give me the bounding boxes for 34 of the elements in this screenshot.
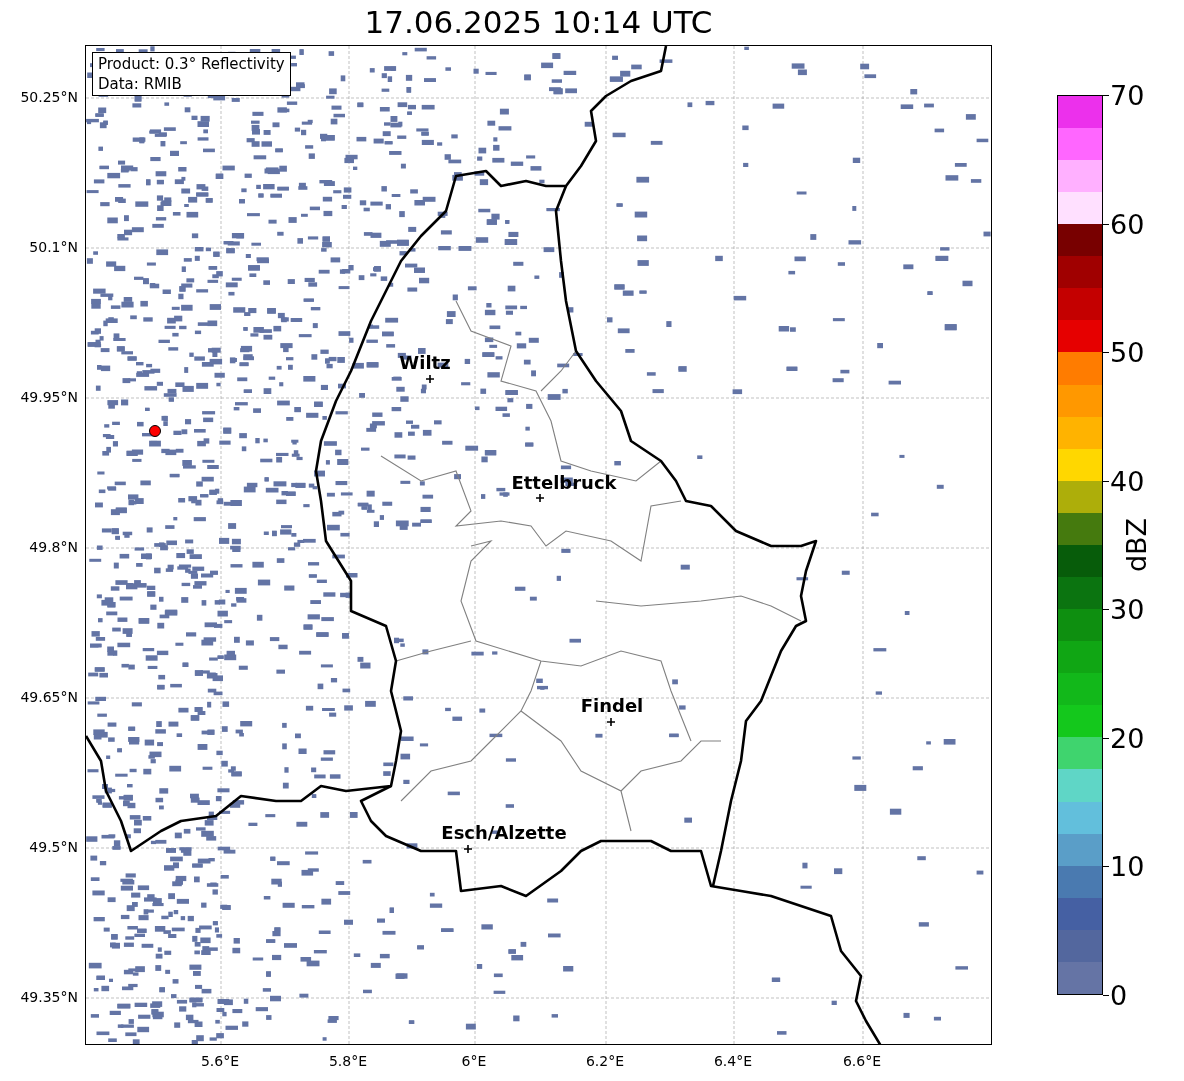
city-marker-icon: [425, 374, 435, 384]
colorbar-tick-label: 50: [1110, 338, 1145, 366]
city-marker-icon: [463, 844, 473, 854]
colorbar-tick-label: 0: [1110, 981, 1128, 1009]
longitude-label: 6.2°E: [585, 1052, 625, 1071]
city-marker-icon: [535, 493, 545, 503]
longitude-label: 6.6°E: [842, 1052, 882, 1071]
colorbar-tick-label: 30: [1110, 595, 1145, 623]
info-text: Product: 0.3° Reflectivity: [98, 54, 285, 74]
colorbar-tick-label: 40: [1110, 467, 1145, 495]
city-marker-icon: [606, 717, 616, 727]
longitude-label: 5.6°E: [200, 1052, 240, 1071]
city-label: Ettelbruck: [511, 472, 617, 493]
latitude-label: 49.65°N: [20, 687, 78, 707]
colorbar-tick-label: 20: [1110, 724, 1145, 752]
city-label: Wiltz: [399, 352, 451, 373]
longitude-label: 5.8°E: [328, 1052, 368, 1071]
latitude-label: 50.1°N: [29, 237, 78, 257]
colorbar-tick-label: 10: [1110, 852, 1145, 880]
city-label: Findel: [580, 695, 644, 716]
latitude-label: 50.25°N: [20, 87, 78, 107]
longitude-label: 6.4°E: [713, 1052, 753, 1071]
latitude-label: 49.8°N: [29, 537, 78, 557]
city-label: Esch/Alzette: [441, 822, 567, 843]
colorbar-label: dBZ: [1122, 517, 1150, 573]
longitude-label: 6°E: [461, 1052, 487, 1071]
radar-site-icon: [149, 425, 161, 437]
info-text: Data: RMIB: [98, 74, 183, 94]
colorbar-tick-label: 60: [1110, 210, 1145, 238]
colorbar-tick-label: 70: [1110, 81, 1145, 109]
latitude-label: 49.5°N: [29, 837, 78, 857]
latitude-label: 49.95°N: [20, 387, 78, 407]
chart-title: 17.06.2025 10:14 UTC: [363, 3, 714, 42]
latitude-label: 49.35°N: [20, 987, 78, 1007]
